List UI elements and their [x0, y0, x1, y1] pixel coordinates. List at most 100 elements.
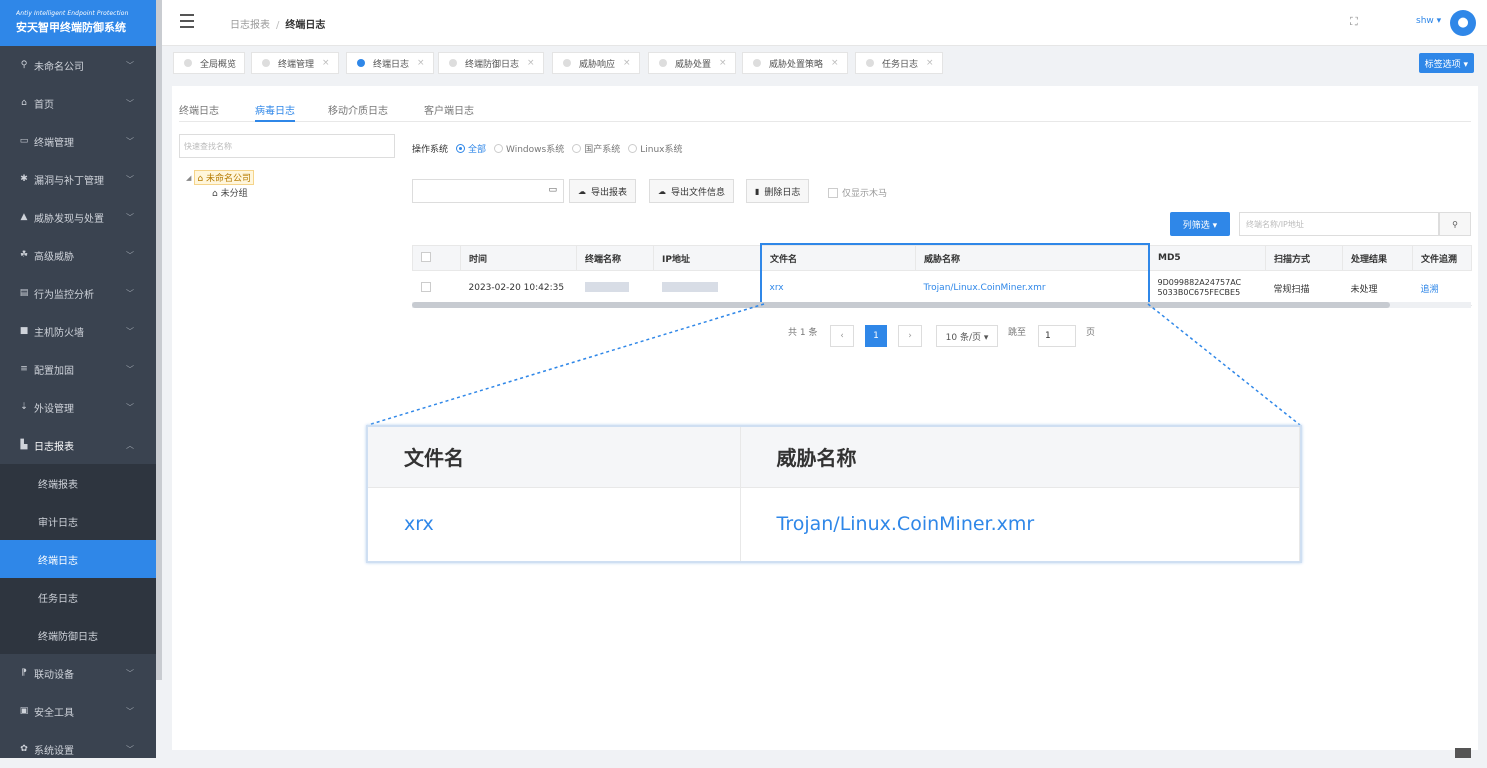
page-tab[interactable]: 全局概览: [173, 52, 245, 74]
page-tab[interactable]: 威胁响应×: [552, 52, 640, 74]
breadcrumb-parent[interactable]: 日志报表: [230, 20, 270, 31]
sidebar-item[interactable]: ■ 主机防火墙 ﹀: [0, 312, 156, 350]
sidebar-item-label: 未命名公司: [34, 58, 84, 73]
sidebar-item-label: 联动设备: [34, 666, 74, 681]
page-tab-label: 终端日志: [373, 57, 409, 70]
page-tab[interactable]: 威胁处置策略 ×: [742, 52, 848, 74]
tag-options-button[interactable]: 标签选项 ▾: [1419, 53, 1474, 73]
zoom-connector-lines: [172, 86, 1478, 750]
page-tab-label: 终端管理: [278, 57, 314, 70]
sidebar-item[interactable]: ▤ 行为监控分析 ﹀: [0, 274, 156, 312]
page-tab-label: 威胁处置策略: [769, 57, 823, 70]
chevron-down-icon[interactable]: ﹀: [126, 668, 134, 679]
sidebar-item-label: 威胁发现与处置: [34, 210, 104, 225]
sidebar-item-label: 主机防火墙: [34, 324, 84, 339]
tab-status-dot: [449, 59, 457, 67]
tab-status-dot: [753, 59, 761, 67]
fullscreen-icon[interactable]: ⛶: [1350, 15, 1358, 29]
sidebar-item-label: 终端管理: [34, 134, 74, 149]
sidebar-item[interactable]: ⚲ 未命名公司 ﹀: [0, 46, 156, 84]
sidebar-item[interactable]: ▲威胁发现与处置﹀: [0, 198, 156, 236]
map-pin-icon: ⚲: [18, 60, 30, 70]
chevron-down-icon[interactable]: ﹀: [126, 250, 134, 261]
monitor-icon: ▭: [18, 136, 30, 146]
sidebar-item[interactable]: ✱ 漏洞与补丁管理 ﹀: [0, 160, 156, 198]
bug-icon: ✱: [18, 174, 30, 184]
breadcrumb-current: 终端日志: [285, 20, 325, 31]
sidebar-subitem[interactable]: 任务日志: [0, 578, 156, 616]
zoom-callout: 文件名 威胁名称 xrx Trojan/Linux.CoinMiner.xmr: [366, 425, 1302, 563]
avatar[interactable]: ●: [1450, 10, 1476, 36]
sidebar-subitem[interactable]: 终端日志: [0, 540, 156, 578]
close-icon[interactable]: ×: [926, 58, 934, 68]
brand-logo: Antiy Intelligent Endpoint Protection 安天…: [0, 0, 156, 46]
chevron-down-icon[interactable]: ﹀: [126, 212, 134, 223]
chevron-down-icon[interactable]: ﹀: [126, 136, 134, 147]
usb-icon: ⇣: [18, 402, 30, 412]
sidebar-item[interactable]: ▣ 安全工具 ﹀: [0, 692, 156, 730]
chevron-up-icon[interactable]: ︿: [126, 440, 134, 451]
firewall-icon: ■: [18, 326, 30, 336]
toolbox-icon: ▣: [18, 706, 30, 716]
sidebar-item-label: 行为监控分析: [34, 286, 94, 301]
user-menu[interactable]: shw ▾: [1416, 16, 1441, 26]
chevron-down-icon[interactable]: ﹀: [126, 364, 134, 375]
chevron-down-icon[interactable]: ﹀: [126, 402, 134, 413]
sidebar-item-label: 配置加固: [34, 362, 74, 377]
sidebar-item[interactable]: ⌂首页﹀: [0, 84, 156, 122]
chevron-down-icon[interactable]: ﹀: [126, 60, 134, 71]
close-icon[interactable]: ×: [719, 58, 727, 68]
page-tab[interactable]: 任务日志×: [855, 52, 943, 74]
sidebar-item[interactable]: ≡ 配置加固 ﹀: [0, 350, 156, 388]
sidebar-item[interactable]: ⁋ 联动设备 ﹀: [0, 654, 156, 692]
settings-sliders-icon: ≡: [18, 364, 30, 374]
tab-status-dot: [262, 59, 270, 67]
link-icon: ⁋: [18, 668, 30, 678]
sidebar-item[interactable]: ✿系统设置﹀: [0, 730, 156, 768]
sidebar-item-label: 首页: [34, 96, 54, 111]
top-header: 日志报表/终端日志 ⛶ shw ▾ ●: [162, 0, 1487, 46]
sidebar-scrollbar[interactable]: [156, 0, 162, 680]
chevron-down-icon[interactable]: ﹀: [126, 98, 134, 109]
sidebar-subitem[interactable]: 审计日志: [0, 502, 156, 540]
sidebar-item[interactable]: ▭ 终端管理 ﹀: [0, 122, 156, 160]
sidebar-subitem[interactable]: 终端报表: [0, 464, 156, 502]
page-tabs-bar: 全局概览终端管理×终端日志×终端防御日志×威胁响应×威胁处置×威胁处置策略×任务…: [162, 47, 1487, 79]
page-tab-label: 终端防御日志: [465, 57, 519, 70]
chevron-down-icon[interactable]: ﹀: [126, 326, 134, 337]
tab-status-dot: [357, 59, 365, 67]
report-icon: ▙: [18, 440, 30, 450]
page-tab[interactable]: 终端日志 ×: [346, 52, 434, 74]
close-icon[interactable]: ×: [527, 58, 535, 68]
brand-english: Antiy Intelligent Endpoint Protection: [16, 10, 156, 17]
chevron-down-icon[interactable]: ﹀: [126, 174, 134, 185]
close-icon[interactable]: ×: [831, 58, 839, 68]
sidebar-item[interactable]: ☘高级威胁﹀: [0, 236, 156, 274]
chevron-down-icon[interactable]: ﹀: [126, 288, 134, 299]
zoom-threat-value: Trojan/Linux.CoinMiner.xmr: [740, 487, 1300, 561]
sidebar-item-label: 安全工具: [34, 704, 74, 719]
sidebar-item-label: 外设管理: [34, 400, 74, 415]
zoom-header-row: 文件名 威胁名称: [368, 427, 1300, 487]
tab-status-dot: [563, 59, 571, 67]
zoom-threat-header: 威胁名称: [740, 427, 1300, 487]
sidebar-item-label: 漏洞与补丁管理: [34, 172, 104, 187]
sidebar-subitem[interactable]: 终端防御日志: [0, 616, 156, 654]
chart-icon: ▤: [18, 288, 30, 298]
sidebar-item-label: 高级威胁: [34, 248, 74, 263]
close-icon[interactable]: ×: [322, 58, 330, 68]
chevron-down-icon[interactable]: ﹀: [126, 744, 134, 755]
page-tab[interactable]: 终端防御日志 ×: [438, 52, 544, 74]
sidebar-item[interactable]: ⇣ 外设管理 ﹀: [0, 388, 156, 426]
page-tab[interactable]: 威胁处置×: [648, 52, 736, 74]
chevron-down-icon[interactable]: ﹀: [126, 706, 134, 717]
tab-status-dot: [866, 59, 874, 67]
close-icon[interactable]: ×: [623, 58, 631, 68]
close-icon[interactable]: ×: [417, 58, 425, 68]
page-tab[interactable]: 终端管理 ×: [251, 52, 339, 74]
main-panel: 终端日志病毒日志移动介质日志客户端日志 快速查找名称 ◢ ⌂ 未命名公司 ⌂ 未…: [172, 86, 1478, 750]
sidebar-item-label: 日志报表: [34, 438, 74, 453]
brand-chinese: 安天智甲终端防御系统: [16, 19, 156, 35]
sidebar-item[interactable]: ▙ 日志报表 ︿: [0, 426, 156, 464]
hamburger-menu-icon[interactable]: [180, 14, 194, 32]
